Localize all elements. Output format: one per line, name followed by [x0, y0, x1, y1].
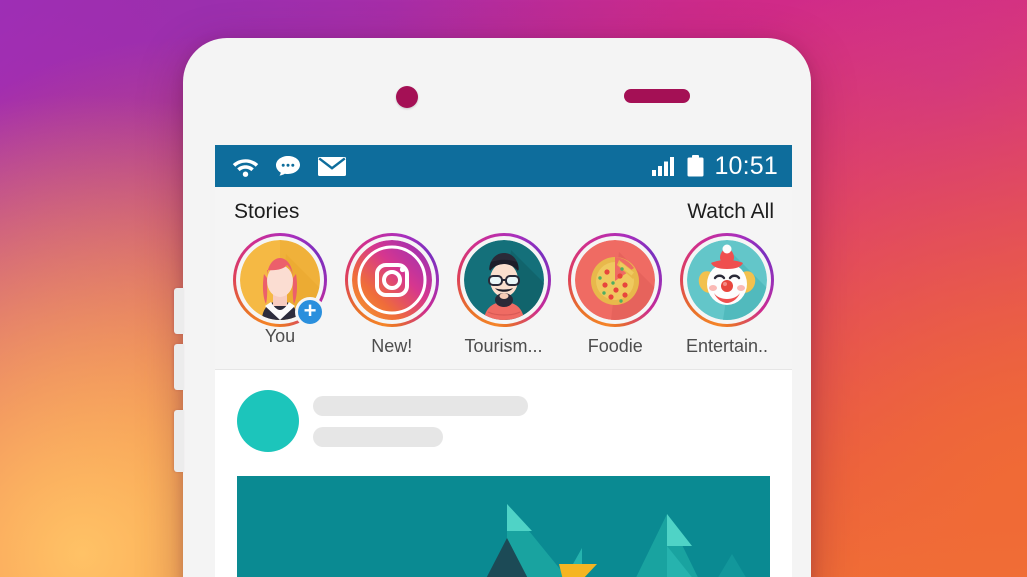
chat-bubble-icon: [276, 156, 300, 176]
post-header[interactable]: [237, 390, 770, 452]
volume-down-button[interactable]: [174, 344, 184, 390]
phone-screen: 10:51 Stories Watch All + You New! Touri…: [215, 145, 792, 577]
story-ring[interactable]: [344, 233, 439, 327]
power-button[interactable]: [174, 410, 184, 472]
stories-section: Stories Watch All + You New! Tourism... …: [215, 187, 792, 370]
battery-icon: [687, 155, 704, 177]
story-ring[interactable]: [680, 233, 774, 327]
clown-face-icon: [687, 240, 767, 320]
phone-device: 10:51 Stories Watch All + You New! Touri…: [174, 38, 811, 577]
plus-icon: +: [303, 297, 317, 323]
story-label: New!: [371, 336, 413, 356]
status-bar-left-icons: [232, 155, 347, 178]
front-camera-icon: [396, 86, 418, 108]
story-item-entertainment[interactable]: Entertain..: [677, 233, 777, 357]
instagram-logo: [351, 240, 432, 320]
story-ring[interactable]: [456, 233, 551, 327]
wifi-icon: [232, 158, 259, 177]
story-item-new[interactable]: New!: [342, 233, 442, 357]
story-label: You: [264, 326, 296, 346]
post-image[interactable]: [237, 476, 770, 577]
story-item-foodie[interactable]: Foodie: [565, 233, 665, 357]
pizza-icon: [575, 240, 656, 320]
feed-section: [215, 370, 792, 577]
story-label: Foodie: [587, 336, 643, 356]
status-bar: 10:51: [215, 145, 792, 187]
volume-up-button[interactable]: [174, 288, 184, 334]
stories-header: Stories Watch All: [215, 200, 792, 224]
story-item-tourism[interactable]: Tourism...: [454, 233, 554, 357]
watch-all-button[interactable]: Watch All: [687, 200, 774, 224]
story-label: Tourism...: [464, 336, 543, 356]
story-ring[interactable]: [568, 233, 663, 327]
add-story-badge[interactable]: +: [295, 297, 325, 327]
status-bar-right-icons: 10:51: [652, 151, 778, 180]
status-bar-clock: 10:51: [714, 151, 778, 180]
envelope-icon: [318, 156, 346, 176]
hipster-man-avatar: [463, 240, 544, 320]
post-avatar[interactable]: [237, 390, 299, 452]
stories-title: Stories: [234, 200, 300, 223]
stories-list: + You New! Tourism... Foodie Entertain..: [215, 233, 792, 357]
placeholder-line: [313, 426, 443, 447]
earpiece-speaker-icon: [624, 89, 690, 103]
placeholder-line: [313, 395, 528, 416]
story-item-you[interactable]: + You: [230, 233, 330, 357]
story-label: Entertain..: [685, 336, 769, 356]
signal-bars-icon: [652, 157, 675, 176]
post-placeholder-lines: [313, 395, 528, 447]
